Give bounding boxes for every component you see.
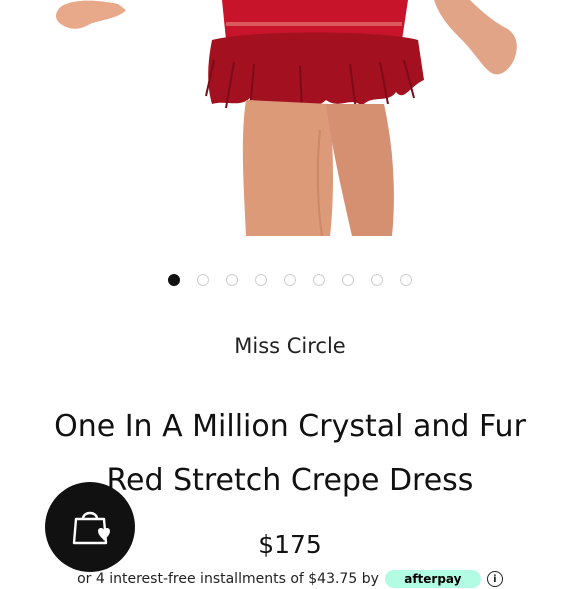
carousel-dot[interactable] bbox=[284, 274, 296, 286]
image-carousel-indicator bbox=[0, 270, 580, 290]
product-photo bbox=[0, 0, 580, 236]
carousel-dot[interactable] bbox=[226, 274, 238, 286]
shopping-bag-heart-icon bbox=[72, 511, 110, 545]
carousel-dot[interactable] bbox=[371, 274, 383, 286]
product-brand[interactable]: Miss Circle bbox=[0, 334, 580, 358]
carousel-dot[interactable] bbox=[168, 274, 180, 286]
shopping-bag-button[interactable] bbox=[45, 482, 135, 572]
carousel-dot[interactable] bbox=[197, 274, 209, 286]
carousel-dot[interactable] bbox=[313, 274, 325, 286]
afterpay-logo: afterpay bbox=[384, 570, 481, 588]
product-image[interactable] bbox=[0, 0, 580, 236]
carousel-dot[interactable] bbox=[255, 274, 267, 286]
product-title-line-1: One In A Million Crystal and Fur bbox=[54, 409, 526, 444]
info-icon[interactable]: i bbox=[486, 571, 503, 587]
installment-info: or 4 interest-free installments of $43.7… bbox=[0, 569, 580, 589]
carousel-dot[interactable] bbox=[400, 274, 412, 286]
carousel-dot[interactable] bbox=[342, 274, 354, 286]
installment-text: or 4 interest-free installments of $43.7… bbox=[77, 571, 379, 587]
